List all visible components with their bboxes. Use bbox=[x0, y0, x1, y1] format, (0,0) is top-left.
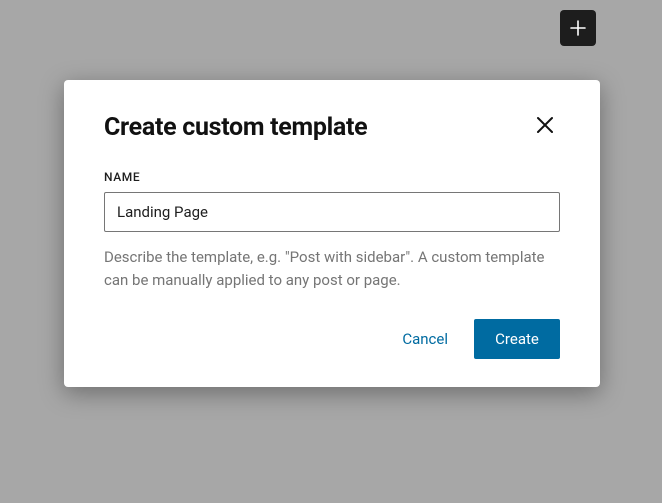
create-template-modal: Create custom template NAME Describe the… bbox=[64, 80, 600, 387]
create-button[interactable]: Create bbox=[474, 319, 560, 359]
close-button[interactable] bbox=[530, 112, 560, 142]
add-button[interactable] bbox=[560, 10, 596, 46]
modal-header: Create custom template bbox=[104, 112, 560, 142]
modal-footer: Cancel Create bbox=[104, 319, 560, 359]
name-input[interactable] bbox=[104, 192, 560, 232]
name-help-text: Describe the template, e.g. "Post with s… bbox=[104, 246, 560, 291]
name-field-label: NAME bbox=[104, 170, 560, 184]
close-icon bbox=[534, 114, 556, 140]
plus-icon bbox=[568, 18, 588, 38]
cancel-button[interactable]: Cancel bbox=[386, 319, 464, 359]
modal-title: Create custom template bbox=[104, 113, 367, 142]
